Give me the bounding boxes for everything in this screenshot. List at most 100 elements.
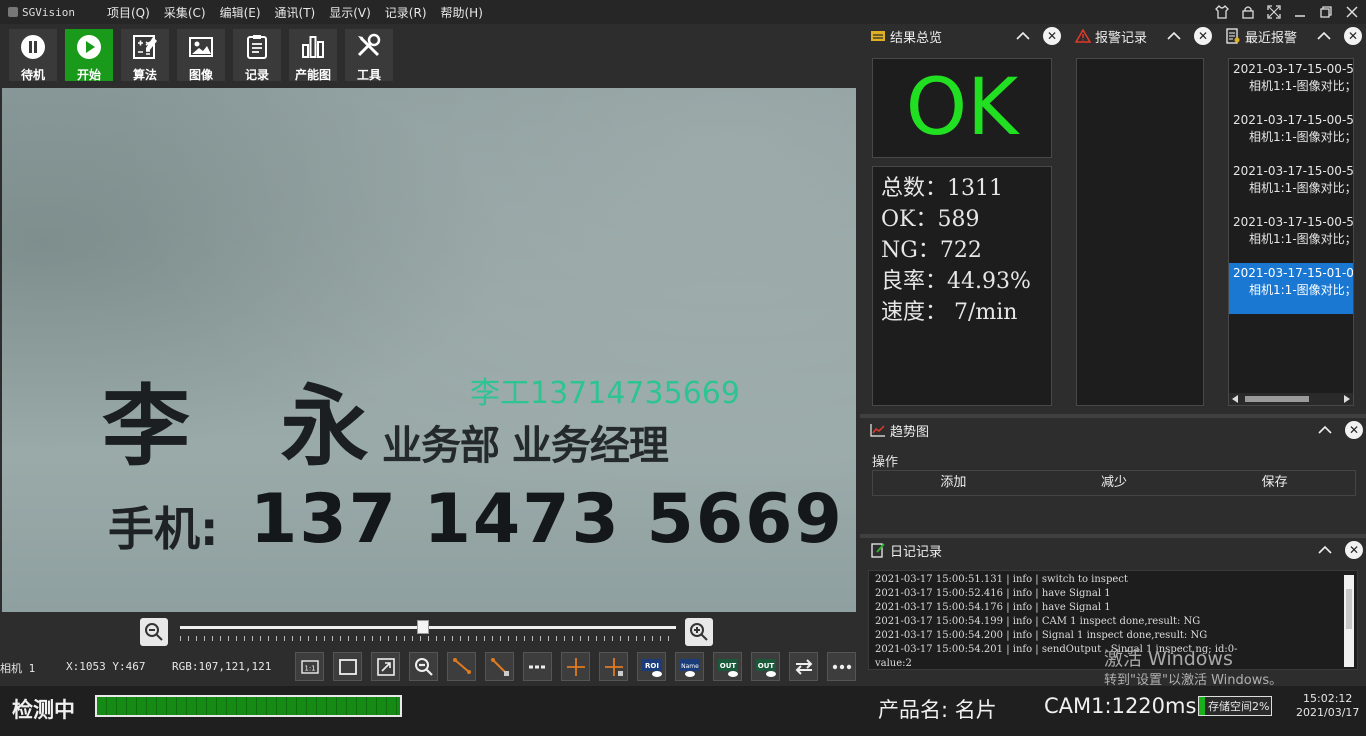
toolbar-button-algorithm[interactable]: 算法 — [121, 29, 169, 82]
add-button[interactable]: 添加 — [873, 471, 1034, 495]
recent-alarms-list[interactable]: 2021-03-17-15-00-54 相机1:1-图像对比； 2021-03-17… — [1228, 58, 1354, 406]
toolbar-button-tools[interactable]: 工具 — [345, 29, 393, 82]
camera-time: CAM1:1220ms — [1044, 694, 1197, 718]
trend-buttons: 添加 减少 保存 — [872, 470, 1356, 496]
close-panel-icon[interactable]: ✕ — [1344, 27, 1362, 45]
image-viewer[interactable]: 李 永 业务部 业务经理 手机: 137 1473 5669 李工1371473… — [2, 88, 856, 612]
alarm-list-item[interactable]: 2021-03-17-15-00-59 相机1:1-图像对比； — [1229, 212, 1353, 263]
view-tool-cross-add-button[interactable] — [561, 652, 590, 681]
toolbar-button-label: 开始 — [76, 68, 101, 82]
view-tool-out-button[interactable]: OUT — [751, 652, 780, 681]
close-icon[interactable] — [1342, 2, 1362, 22]
collapse-icon[interactable] — [1014, 27, 1032, 45]
log-scrollbar[interactable] — [1344, 575, 1354, 667]
detection-progress — [95, 695, 402, 717]
reduce-button[interactable]: 减少 — [1034, 471, 1195, 495]
log-line: 2021-03-17 15:00:51.131 | info | switch … — [875, 574, 1128, 585]
view-tool-name-button[interactable]: Name — [675, 652, 704, 681]
lock-icon[interactable] — [1238, 2, 1258, 22]
close-panel-icon[interactable]: ✕ — [1043, 27, 1061, 45]
view-tool-out-button[interactable]: OUT — [713, 652, 742, 681]
save-button[interactable]: 保存 — [1194, 471, 1355, 495]
toolbar-button-label: 待机 — [20, 68, 45, 82]
close-panel-icon[interactable]: ✕ — [1194, 27, 1212, 45]
watermark-line2: 转到"设置"以激活 Windows。 — [1104, 673, 1283, 688]
toolbar-button-record[interactable]: 记录 — [233, 29, 281, 82]
minimize-icon[interactable] — [1290, 2, 1310, 22]
roi-shape-delete-icon — [489, 656, 511, 678]
view-tool-fit-button[interactable] — [333, 652, 362, 681]
swap-icon — [793, 656, 815, 678]
collapse-icon[interactable] — [1315, 27, 1333, 45]
view-tool-zoom-button[interactable] — [409, 652, 438, 681]
trend-panel-header: 趋势图 ✕ — [862, 418, 1366, 442]
view-tool-line-button[interactable] — [523, 652, 552, 681]
view-tool-roi-shape-delete-button[interactable] — [485, 652, 514, 681]
stat-total: 总数：1311 — [881, 176, 1003, 201]
toolbar-button-label: 工具 — [356, 68, 381, 82]
collapse-icon[interactable] — [1165, 27, 1183, 45]
close-panel-icon[interactable]: ✕ — [1345, 541, 1363, 559]
storage-label: 存储空间2% — [1208, 700, 1270, 713]
alarm-log-header: 报警记录 ✕ — [1067, 24, 1215, 48]
alarm-list-item[interactable]: 2021-03-17-15-00-54 相机1:1-图像对比； — [1229, 59, 1353, 110]
trend-chart-icon — [870, 422, 886, 438]
bar-chart-icon — [299, 33, 327, 66]
toolbar-button-play[interactable]: 开始 — [65, 29, 113, 82]
menu-project[interactable]: 项目(Q) — [100, 4, 157, 21]
progress-fill — [97, 697, 400, 715]
view-tool-roi-shape-button[interactable] — [447, 652, 476, 681]
view-tool-1-to-1-button[interactable]: 1:1 — [295, 652, 324, 681]
svg-text:ROI: ROI — [645, 662, 659, 670]
zoom-icon — [413, 656, 435, 678]
zoom-slider-thumb[interactable] — [417, 620, 430, 634]
alarm-list-item[interactable]: 2021-03-17-15-00-56 相机1:1-图像对比； — [1229, 161, 1353, 212]
view-tool-cross-delete-button[interactable] — [599, 652, 628, 681]
svg-text:OUT: OUT — [719, 662, 736, 670]
fit-icon — [337, 656, 359, 678]
windows-activation-watermark: 激活 Windows 转到"设置"以激活 Windows。 — [1104, 648, 1282, 692]
menu-help[interactable]: 帮助(H) — [434, 4, 490, 21]
camera-label: 相机 1 — [0, 662, 36, 675]
fullscreen-icon[interactable] — [1264, 2, 1284, 22]
log-file-icon — [1225, 28, 1241, 44]
alarm-list-item[interactable]: 2021-03-17-15-01-08 相机1:1-图像对比； — [1229, 263, 1353, 314]
alarm-time: 2021-03-17-15-01-08 — [1233, 266, 1354, 280]
log-panel-header: 日记记录 ✕ — [862, 538, 1366, 562]
line-icon — [527, 656, 549, 678]
close-panel-icon[interactable]: ✕ — [1345, 421, 1363, 439]
scrollbar-thumb[interactable] — [1245, 396, 1309, 402]
menu-communication[interactable]: 通讯(T) — [268, 4, 323, 21]
log-line: 2021-03-17 15:00:54.200 | info | Signal … — [875, 630, 1208, 641]
alarm-message: 相机1:1-图像对比； — [1249, 79, 1354, 93]
view-tool-roi-button[interactable]: ROI — [637, 652, 666, 681]
alarm-list-item[interactable]: 2021-03-17-15-00-55 相机1:1-图像对比； — [1229, 110, 1353, 161]
title-bar: SGVision 项目(Q) 采集(C) 编辑(E) 通讯(T) 显示(V) 记… — [0, 0, 1366, 24]
toolbar-button-bar-chart[interactable]: 产能图 — [289, 29, 337, 82]
menu-capture[interactable]: 采集(C) — [157, 4, 213, 21]
stat-speed: 速度： 7/min — [881, 300, 1018, 325]
collapse-icon[interactable] — [1316, 421, 1334, 439]
alarm-message: 相机1:1-图像对比； — [1249, 283, 1354, 297]
toolbar-button-image[interactable]: 图像 — [177, 29, 225, 82]
menu-edit[interactable]: 编辑(E) — [213, 4, 268, 21]
product-name: 产品名: 名片 — [878, 698, 997, 722]
menu-display[interactable]: 显示(V) — [322, 4, 378, 21]
horizontal-scrollbar[interactable] — [1229, 393, 1353, 405]
collapse-icon[interactable] — [1316, 541, 1334, 559]
zoom-out-button[interactable] — [140, 618, 168, 646]
svg-text:Name: Name — [681, 663, 699, 670]
toolbar-button-pause[interactable]: 待机 — [9, 29, 57, 82]
shirt-icon[interactable] — [1212, 2, 1232, 22]
restore-icon[interactable] — [1316, 2, 1336, 22]
view-tool-swap-button[interactable] — [789, 652, 818, 681]
menu-record[interactable]: 记录(R) — [378, 4, 434, 21]
window-controls — [1212, 2, 1362, 22]
zoom-in-button[interactable] — [685, 618, 713, 646]
view-tool-more-button[interactable] — [827, 652, 856, 681]
scrollbar-thumb[interactable] — [1346, 589, 1352, 629]
alarm-log-list[interactable] — [1076, 58, 1204, 406]
view-tool-fullscreen-button[interactable] — [371, 652, 400, 681]
cross-add-icon — [565, 656, 587, 678]
svg-text:OUT: OUT — [757, 662, 774, 670]
